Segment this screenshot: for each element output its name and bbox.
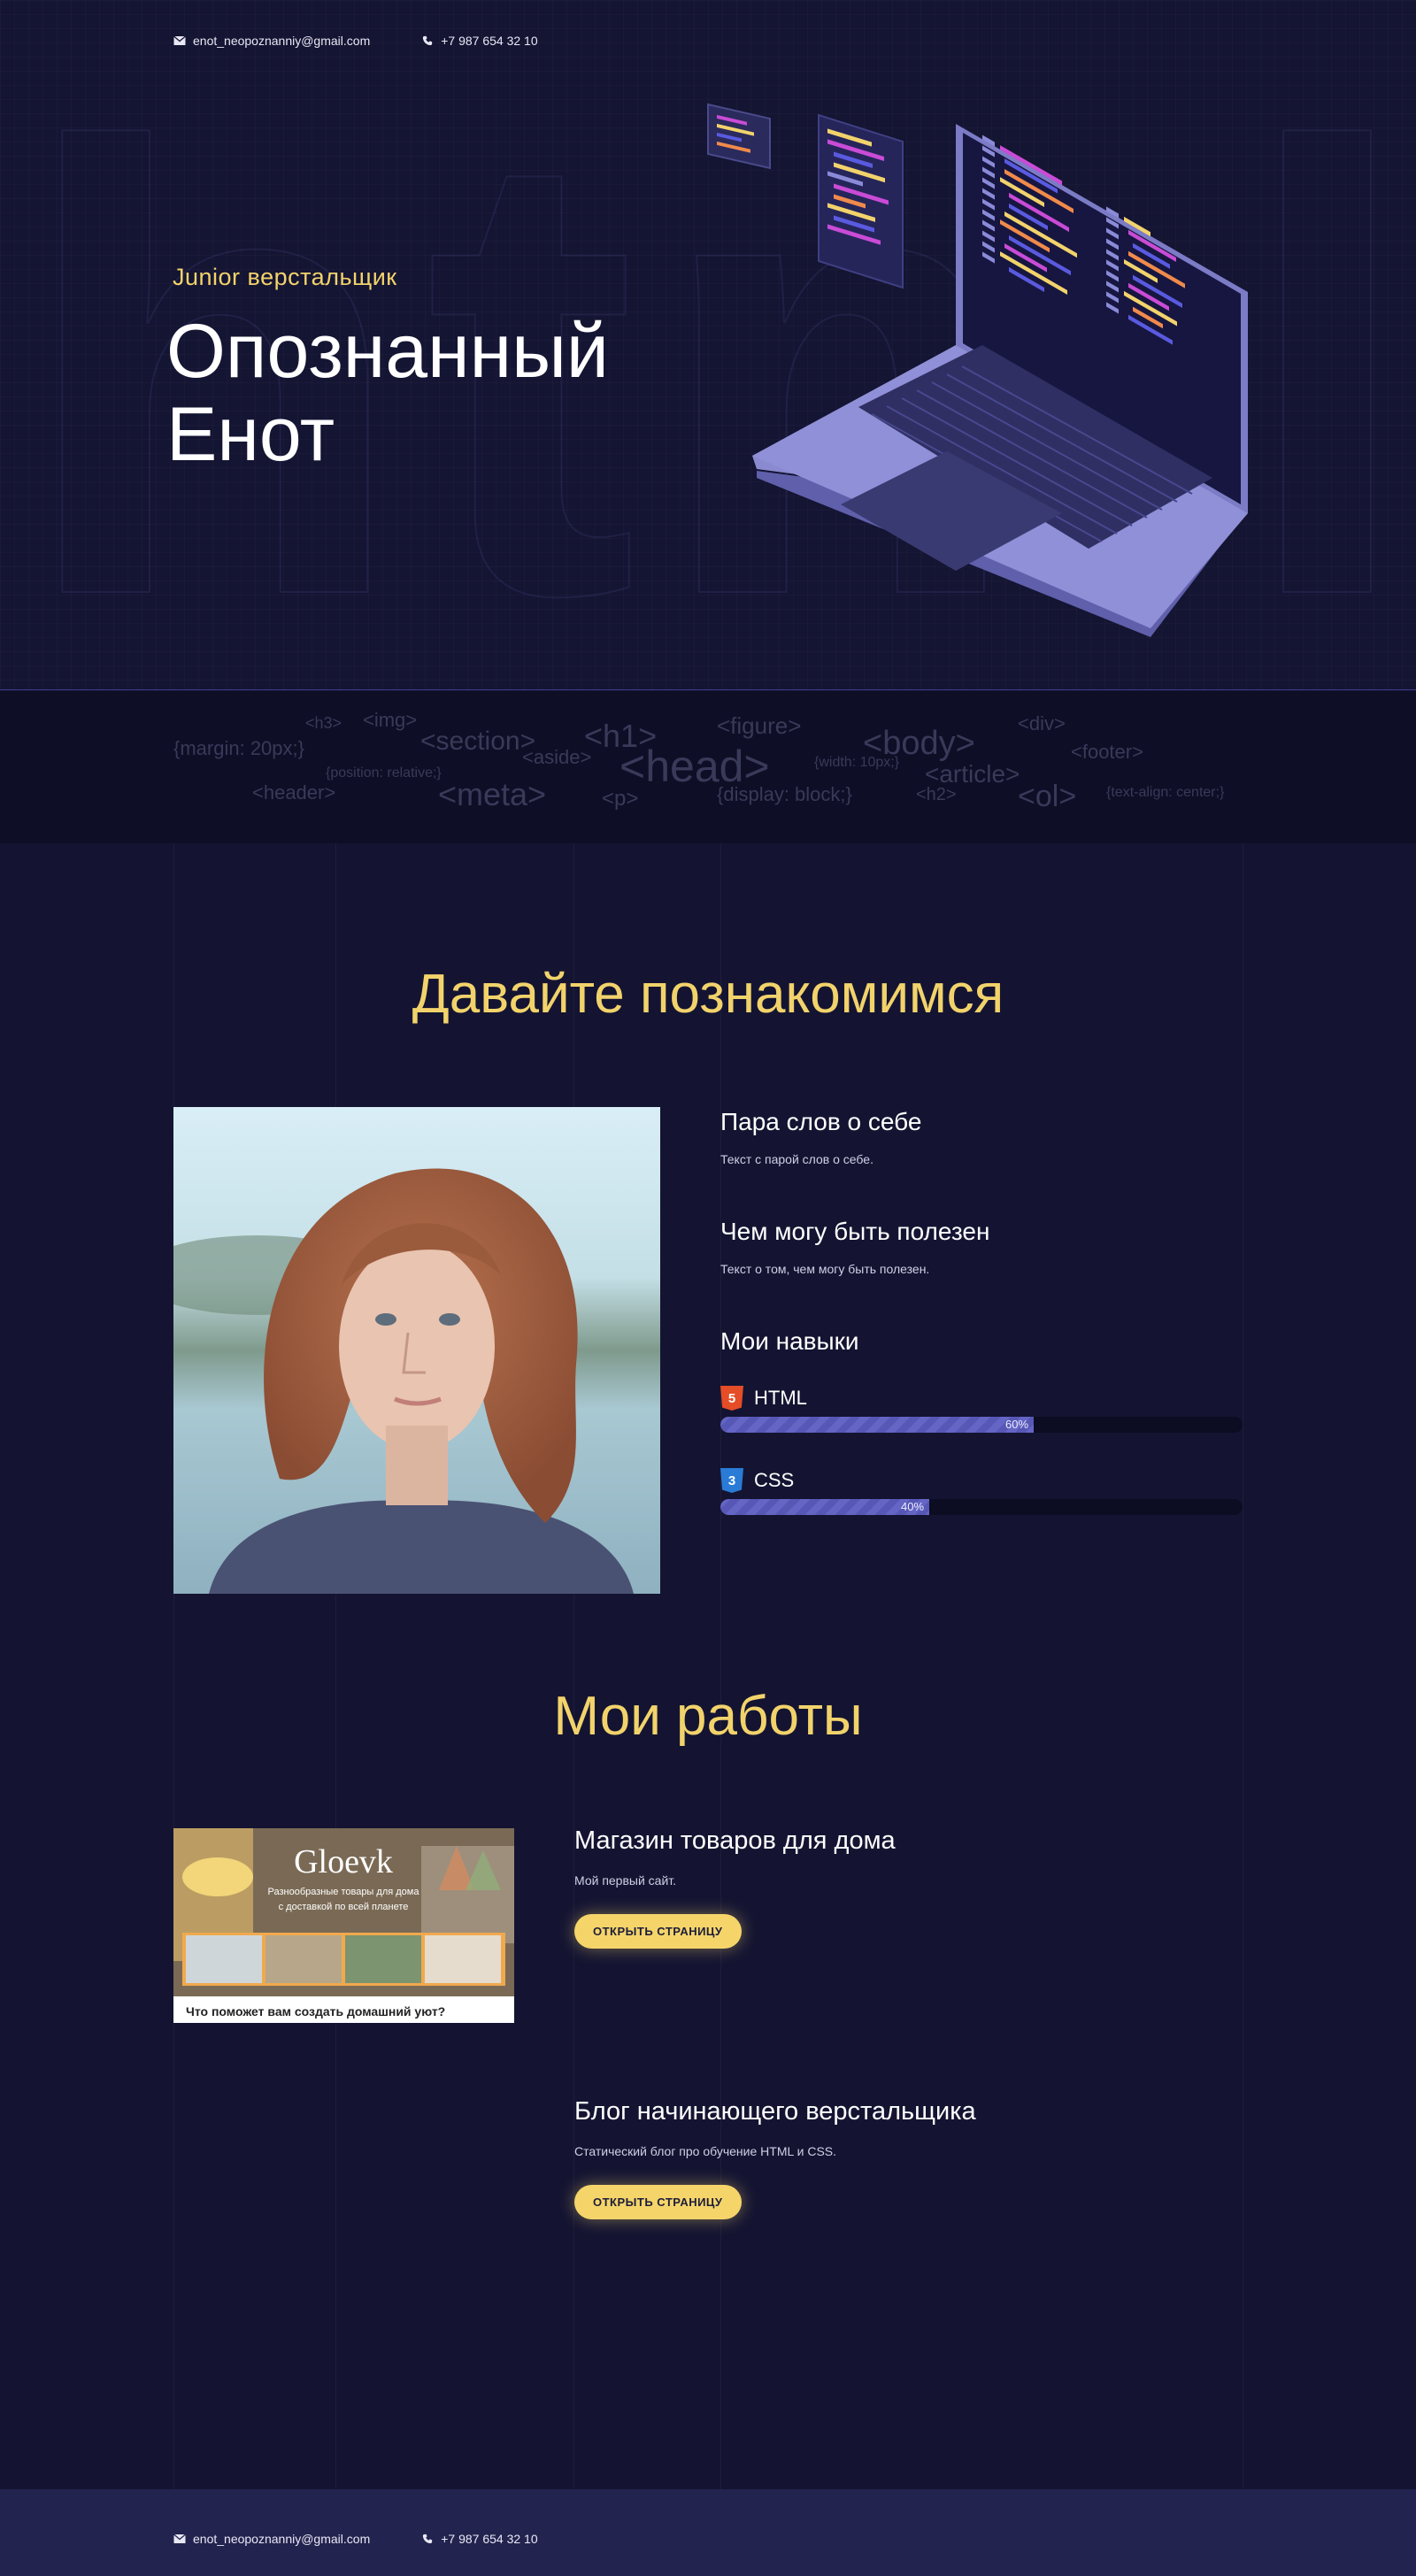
work-blog-description: Статический блог про обучение HTML и CSS… <box>574 2144 837 2158</box>
html-tag-decor: <header> <box>252 781 336 804</box>
laptop-illustration <box>707 103 1248 637</box>
guide-line <box>573 843 574 2489</box>
html-tags-strip: <h3> <img> <figure> <div> {margin: 20px;} <se… <box>0 691 1416 843</box>
work-item-blog: Блог начинающего верстальщика Статически… <box>574 2097 1194 2219</box>
html-tag-decor: <div> <box>1018 712 1066 734</box>
html-tag-decor: <p> <box>602 787 639 811</box>
html-tag-decor: <h3> <box>305 714 342 732</box>
about-block-self: Пара слов о себе Текст с парой слов о се… <box>720 1108 1243 1166</box>
gloevk-tagline1: Разнообразные товары для дома <box>268 1887 420 1897</box>
skill-css-bar: 40% <box>720 1499 1243 1515</box>
html-tag-decor: <aside> <box>522 746 592 768</box>
hero-section: html enot_neopoznanniy@gmail.com +7 987 … <box>0 0 1416 690</box>
footer-email-link[interactable]: enot_neopoznanniy@gmail.com <box>173 2532 370 2546</box>
about-block-useful: Чем могу быть полезен Текст о том, чем м… <box>720 1218 1243 1276</box>
open-page-button-blog[interactable]: ОТКРЫТЬ СТРАНИЦУ <box>574 2185 742 2219</box>
gloevk-tagline2: с доставкой по всей планете <box>279 1902 409 1912</box>
about-title: Давайте познакомимся <box>412 964 1004 1025</box>
skill-html-label: HTML <box>754 1387 807 1409</box>
mail-icon <box>173 35 186 45</box>
header-email-link[interactable]: enot_neopoznanniy@gmail.com <box>173 34 370 48</box>
skill-html-bar-fill <box>720 1417 1034 1433</box>
work-preview-gloevk[interactable]: Gloevk Разнообразные товары для дома с д… <box>173 1828 514 2023</box>
footer: enot_neopoznanniy@gmail.com +7 987 654 3… <box>0 2489 1416 2576</box>
footer-phone: +7 987 654 32 10 <box>441 2532 538 2546</box>
skill-css: 3 CSS 40% <box>720 1467 1243 1515</box>
html-tag-decor: <h2> <box>916 785 957 804</box>
guide-line <box>720 843 721 2489</box>
footer-contacts: enot_neopoznanniy@gmail.com +7 987 654 3… <box>173 2532 538 2546</box>
works-title: Мои работы <box>553 1686 863 1747</box>
work-shop-description: Мой первый сайт. <box>574 1873 677 1888</box>
about-useful-text: Текст о том, чем могу быть полезен. <box>720 1262 930 1276</box>
column-guides <box>0 843 1416 2489</box>
header-email: enot_neopoznanniy@gmail.com <box>193 34 371 48</box>
html-tag-decor: {text-align: center;} <box>1106 785 1225 800</box>
skill-css-percent: 40% <box>901 1500 925 1513</box>
hero-title-line2: Енот <box>166 392 335 477</box>
work-shop-title: Магазин товаров для дома <box>574 1826 896 1855</box>
html-tag-decor: {position: relative;} <box>326 765 442 780</box>
footer-email: enot_neopoznanniy@gmail.com <box>193 2532 371 2546</box>
guide-line <box>173 843 174 2489</box>
skill-html-percent: 60% <box>1005 1418 1029 1431</box>
phone-icon <box>423 2534 433 2544</box>
about-self-text: Текст с парой слов о себе. <box>720 1152 873 1166</box>
portrait-image <box>173 1107 660 1594</box>
gloevk-brand: Gloevk <box>294 1843 393 1880</box>
header-phone: +7 987 654 32 10 <box>441 34 538 48</box>
profile-photo <box>173 1107 660 1594</box>
about-useful-heading: Чем могу быть полезен <box>720 1218 990 1245</box>
floating-code-card-large <box>818 113 904 289</box>
html-tag-decor: <footer> <box>1071 741 1143 763</box>
html-tag-decor: <img> <box>363 709 418 731</box>
html-tag-decor: {width: 10px;} <box>814 755 900 770</box>
gloevk-preview-image: Gloevk Разнообразные товары для дома с д… <box>173 1828 514 2023</box>
html-tag-decor: <meta> <box>438 776 547 812</box>
html-tag-decor: <figure> <box>717 712 802 739</box>
header-phone-link[interactable]: +7 987 654 32 10 <box>421 34 538 48</box>
guide-line <box>335 843 336 2489</box>
work-item-shop: Магазин товаров для дома Мой первый сайт… <box>574 1826 1194 1949</box>
skill-css-label: CSS <box>754 1469 795 1491</box>
open-page-button-shop[interactable]: ОТКРЫТЬ СТРАНИЦУ <box>574 1914 742 1949</box>
gloevk-question: Что поможет вам создать домашний уют? <box>186 2004 445 2019</box>
html-tag-decor: {margin: 20px;} <box>173 737 304 759</box>
html-tag-decor: <section> <box>420 727 536 756</box>
mail-icon <box>173 2534 186 2543</box>
html-tag-decor: {display: block;} <box>717 783 852 805</box>
skill-html: 5 HTML 60% <box>720 1385 1243 1433</box>
hero-subtitle: Junior верстальщик <box>173 264 397 290</box>
hero-title-line1: Опознанный <box>166 309 609 394</box>
work-blog-title: Блог начинающего верстальщика <box>574 2097 976 2126</box>
footer-phone-link[interactable]: +7 987 654 32 10 <box>421 2532 538 2546</box>
phone-icon <box>423 35 433 46</box>
about-text-column: Пара слов о себе Текст с парой слов о се… <box>720 1108 1243 1372</box>
about-self-heading: Пара слов о себе <box>720 1108 922 1135</box>
html-tag-decor: <ol> <box>1018 780 1077 813</box>
skill-css-head: 3 CSS <box>720 1467 1243 1494</box>
css3-icon: 3 <box>720 1468 743 1493</box>
skill-html-bar: 60% <box>720 1417 1243 1433</box>
floating-code-card-small <box>707 103 771 170</box>
skill-css-bar-fill <box>720 1499 929 1515</box>
skill-html-head: 5 HTML <box>720 1385 1243 1411</box>
skills-heading: Мои навыки <box>720 1327 859 1355</box>
header-contacts: enot_neopoznanniy@gmail.com +7 987 654 3… <box>173 34 538 48</box>
html5-icon: 5 <box>720 1386 743 1411</box>
